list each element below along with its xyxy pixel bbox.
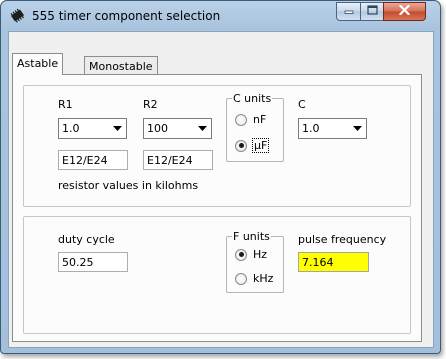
tab-monostable-label: Monostable [89, 60, 153, 73]
tab-astable[interactable]: Astable [12, 53, 64, 75]
resistor-units-note: resistor values in kilohms [58, 179, 199, 192]
c-label: C [298, 98, 306, 111]
tab-astable-label: Astable [17, 57, 59, 70]
c-units-legend: C units [232, 92, 273, 105]
pulse-frequency-label: pulse frequency [298, 233, 387, 246]
c-units-uf-radio[interactable]: µF [235, 138, 270, 153]
app-window: 555 timer component selection Astable Mo… [0, 0, 441, 354]
r1-select[interactable]: 1.0 [58, 118, 127, 139]
ic-chip-icon [9, 7, 26, 24]
close-icon [398, 4, 411, 18]
duty-cycle-field[interactable]: 50.25 [58, 252, 128, 272]
c-value: 1.0 [302, 122, 320, 135]
f-units-legend: F units [232, 230, 271, 243]
f-units-hz-label: Hz [253, 248, 268, 261]
r2-value: 100 [147, 122, 168, 135]
r1-series-field[interactable]: E12/E24 [58, 150, 128, 170]
output-group: duty cycle 50.25 F units Hz kHz pulse fr [23, 216, 411, 334]
client-area: Astable Monostable R1 1.0 E12/E24 R2 100… [8, 31, 434, 348]
f-units-khz-label: kHz [253, 272, 274, 285]
duty-cycle-label: duty cycle [58, 233, 115, 246]
radio-unchecked-icon [235, 272, 247, 285]
pulse-frequency-field[interactable]: 7.164 [298, 252, 369, 272]
duty-cycle-value: 50.25 [62, 256, 94, 269]
title-bar[interactable]: 555 timer component selection [1, 1, 440, 31]
c-select[interactable]: 1.0 [298, 118, 367, 139]
f-units-khz-radio[interactable]: kHz [235, 272, 273, 285]
radio-unchecked-icon [235, 113, 247, 126]
close-button[interactable] [383, 2, 426, 21]
f-units-group: F units Hz kHz [226, 230, 284, 293]
f-units-hz-radio[interactable]: Hz [235, 248, 267, 261]
radio-checked-icon [235, 139, 247, 152]
r2-label: R2 [143, 98, 158, 111]
chevron-down-icon[interactable] [109, 119, 126, 138]
c-units-group: C units nF µF [226, 92, 284, 162]
c-units-uf-label: µF [251, 138, 270, 153]
minimize-button[interactable] [336, 2, 361, 21]
maximize-icon [366, 5, 378, 18]
r1-value: 1.0 [62, 122, 80, 135]
astable-panel: R1 1.0 E12/E24 R2 100 E12/E24 C units nF… [12, 74, 422, 342]
maximize-button[interactable] [360, 2, 384, 21]
minimize-icon [344, 5, 354, 18]
r1-label: R1 [58, 98, 73, 111]
r2-series-field[interactable]: E12/E24 [143, 150, 213, 170]
r2-series-text: E12/E24 [147, 154, 193, 167]
c-units-nf-label: nF [253, 113, 267, 126]
r1-series-text: E12/E24 [62, 154, 108, 167]
r2-select[interactable]: 100 [143, 118, 212, 139]
window-title: 555 timer component selection [32, 9, 221, 23]
chevron-down-icon[interactable] [194, 119, 211, 138]
c-units-nf-radio[interactable]: nF [235, 113, 266, 126]
radio-checked-icon [235, 248, 247, 261]
pulse-frequency-value: 7.164 [302, 256, 334, 269]
component-group: R1 1.0 E12/E24 R2 100 E12/E24 C units nF… [23, 85, 411, 207]
chevron-down-icon[interactable] [349, 119, 366, 138]
tab-monostable[interactable]: Monostable [84, 56, 158, 76]
